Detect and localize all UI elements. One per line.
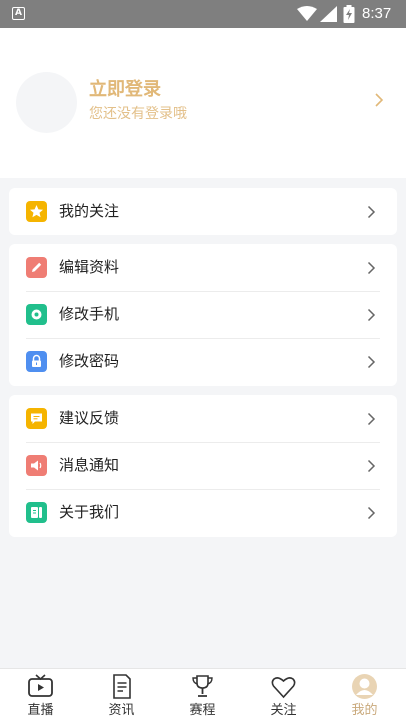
tab-live[interactable]: 直播 <box>0 669 81 722</box>
tab-mine[interactable]: 我的 <box>324 669 405 722</box>
document-icon <box>113 674 131 699</box>
star-icon <box>26 201 47 222</box>
menu-item-notifications[interactable]: 消息通知 <box>9 442 397 489</box>
bottom-tab-bar: 直播 资讯 赛程 关注 我的 <box>0 668 406 722</box>
chevron-right-icon <box>367 205 376 219</box>
menu-item-label: 编辑资料 <box>59 258 120 276</box>
speaker-icon <box>26 455 47 476</box>
chevron-right-icon <box>375 93 384 107</box>
signal-icon <box>320 6 337 22</box>
tab-label: 关注 <box>270 703 297 718</box>
profile-header[interactable]: 立即登录 您还没有登录哦 <box>0 28 406 178</box>
menu-item-change-password[interactable]: 修改密码 <box>9 338 397 385</box>
lock-icon <box>26 351 47 372</box>
chevron-right-icon <box>367 261 376 275</box>
menu-item-label: 我的关注 <box>59 202 120 220</box>
app-notification-icon: A <box>12 7 25 20</box>
pencil-icon <box>26 257 47 278</box>
chevron-right-icon <box>367 459 376 473</box>
feedback-icon <box>26 408 47 429</box>
heart-icon <box>271 677 296 699</box>
wifi-icon <box>297 6 317 21</box>
menu-item-feedback[interactable]: 建议反馈 <box>9 395 397 442</box>
chevron-right-icon <box>367 355 376 369</box>
phone-settings-icon <box>26 304 47 325</box>
login-subtitle: 您还没有登录哦 <box>89 106 187 122</box>
tab-label: 直播 <box>27 703 54 718</box>
menu-item-label: 关于我们 <box>59 503 120 521</box>
menu-item-my-follows[interactable]: 我的关注 <box>9 188 397 235</box>
tab-label: 赛程 <box>189 703 216 718</box>
menu-item-label: 修改手机 <box>59 305 120 323</box>
tab-label: 资讯 <box>108 703 135 718</box>
tv-icon <box>28 674 53 697</box>
user-icon <box>352 674 377 699</box>
info-book-icon <box>26 502 47 523</box>
menu-item-about-us[interactable]: 关于我们 <box>9 489 397 536</box>
status-bar: A 8:37 <box>0 0 406 28</box>
menu-item-edit-profile[interactable]: 编辑资料 <box>9 244 397 291</box>
login-title[interactable]: 立即登录 <box>89 79 161 101</box>
trophy-icon <box>192 675 213 697</box>
clock: 8:37 <box>362 5 392 22</box>
menu-group-follow: 我的关注 <box>9 188 397 235</box>
tab-schedule[interactable]: 赛程 <box>162 669 243 722</box>
menu-group-account: 编辑资料 修改手机 修改密码 <box>9 244 397 386</box>
chevron-right-icon <box>367 412 376 426</box>
avatar[interactable] <box>16 72 77 133</box>
menu-item-label: 修改密码 <box>59 352 120 370</box>
tab-label: 我的 <box>351 703 378 718</box>
menu-group-other: 建议反馈 消息通知 关于我们 <box>9 395 397 537</box>
chevron-right-icon <box>367 506 376 520</box>
menu-item-label: 建议反馈 <box>59 409 120 427</box>
battery-charging-icon <box>343 5 355 23</box>
menu-item-label: 消息通知 <box>59 456 120 474</box>
menu-item-change-phone[interactable]: 修改手机 <box>9 291 397 338</box>
chevron-right-icon <box>367 308 376 322</box>
tab-news[interactable]: 资讯 <box>81 669 162 722</box>
tab-follow[interactable]: 关注 <box>243 669 324 722</box>
